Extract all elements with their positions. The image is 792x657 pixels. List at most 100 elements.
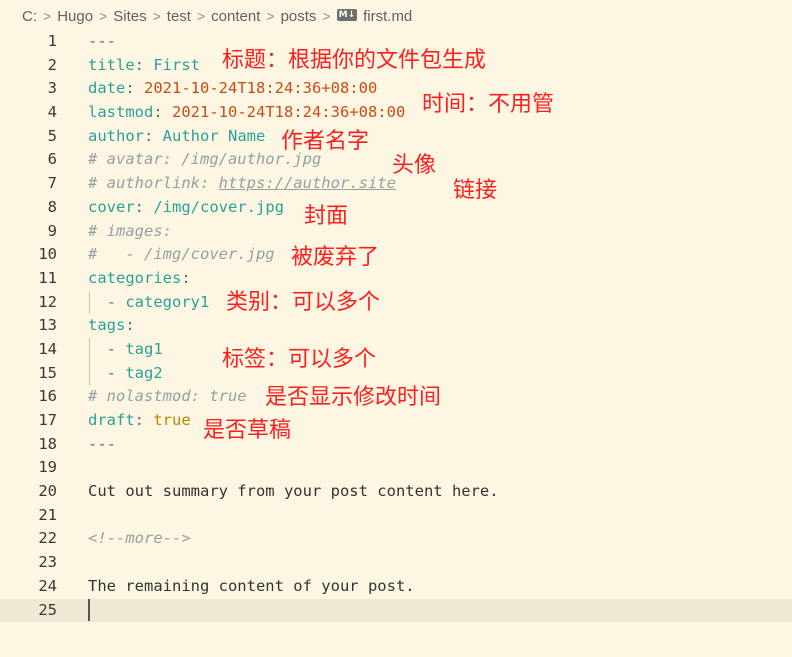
annotation-tags: 标签：可以多个 (222, 347, 377, 372)
code-line[interactable]: 9 # images: (0, 220, 792, 244)
line-number: 8 (47, 197, 57, 216)
line-number: 17 (38, 411, 57, 429)
yaml-comment: # - /img/cover.jpg (88, 245, 275, 264)
line-number: 25 (38, 600, 57, 619)
line-number: 10 (38, 245, 57, 264)
yaml-colon: : (134, 411, 154, 429)
line-number: 3 (47, 79, 57, 98)
yaml-dash: - (88, 292, 126, 311)
annotation-avatar: 头像 (392, 153, 437, 178)
chevron-right-icon: > (43, 8, 52, 24)
code-line[interactable]: 19 (0, 456, 792, 480)
code-line[interactable]: 11 categories: (0, 267, 792, 291)
text-cursor (88, 599, 90, 621)
yaml-value: /img/cover.jpg (153, 197, 284, 216)
yaml-colon: : (134, 55, 154, 74)
line-number: 9 (47, 221, 57, 240)
yaml-colon: : (181, 268, 191, 287)
line-number: 24 (38, 576, 57, 595)
code-line[interactable]: 22 <!--more--> (0, 527, 792, 551)
yaml-value: true (153, 411, 191, 429)
code-line[interactable]: 21 (0, 504, 792, 528)
code-line[interactable]: 20 Cut out summary from your post content… (0, 480, 792, 504)
breadcrumb-item-hugo[interactable]: Hugo (57, 8, 93, 25)
yaml-value: 2021-10-24T18:24:36+08:00 (144, 79, 378, 98)
yaml-value: First (153, 55, 201, 74)
chevron-right-icon: > (322, 8, 331, 24)
code-line[interactable]: 18 --- (0, 433, 792, 457)
markdown-text: Cut out summary from your post content h… (88, 482, 499, 501)
code-editor[interactable]: 1 --- 2 title: First 3 date: 2021-10-24T18:… (0, 30, 792, 623)
line-number: 1 (47, 32, 57, 50)
breadcrumb-item-drive[interactable]: C: (22, 8, 37, 25)
chevron-right-icon: > (266, 8, 275, 24)
code-line[interactable]: 5 author: Author Name (0, 125, 792, 149)
annotation-title: 标题：根据你的文件包生成 (222, 48, 487, 73)
line-number: 2 (47, 55, 57, 74)
annotation-link: 链接 (453, 178, 498, 203)
annotation-author: 作者名字 (281, 129, 370, 154)
yaml-key: title (88, 55, 135, 74)
line-number: 4 (47, 103, 57, 122)
line-number: 11 (38, 268, 57, 287)
yaml-key: categories (88, 268, 182, 287)
yaml-key: lastmod (88, 103, 154, 122)
code-line[interactable]: 17 draft: true (0, 409, 792, 433)
front-matter-delimiter: --- (88, 434, 116, 453)
line-number: 7 (47, 174, 57, 193)
yaml-colon: : (125, 316, 135, 335)
breadcrumb-item-sites[interactable]: Sites (113, 8, 146, 25)
code-line[interactable]: 3 date: 2021-10-24T18:24:36+08:00 (0, 77, 792, 101)
yaml-value: 2021-10-24T18:24:36+08:00 (172, 103, 406, 122)
chevron-right-icon: > (152, 8, 161, 24)
breadcrumb-item-content[interactable]: content (211, 8, 260, 25)
yaml-key: author (88, 126, 144, 145)
current-line[interactable]: 25 (0, 598, 792, 623)
author-link[interactable]: https://author.site (219, 174, 396, 192)
yaml-value: tag1 (125, 339, 163, 358)
yaml-colon: : (153, 103, 172, 122)
chevron-right-icon: > (196, 8, 206, 24)
yaml-key: date (88, 79, 126, 98)
line-number: 14 (38, 339, 57, 358)
yaml-value: tag2 (125, 363, 163, 382)
chevron-right-icon: > (99, 8, 108, 24)
line-number: 23 (38, 553, 57, 572)
line-number: 12 (38, 292, 57, 311)
front-matter-delimiter: --- (88, 32, 116, 50)
code-line[interactable]: 8 cover: /img/cover.jpg (0, 196, 792, 220)
code-line[interactable]: 12 - category1 (0, 290, 792, 315)
line-number: 5 (47, 126, 57, 145)
line-number: 18 (38, 434, 57, 453)
html-comment: <!--more--> (88, 529, 191, 548)
yaml-colon: : (144, 126, 163, 145)
yaml-key: cover (88, 197, 135, 216)
markdown-text: The remaining content of your post. (88, 576, 415, 595)
breadcrumb-item-file[interactable]: first.md (363, 8, 412, 25)
breadcrumb-item-posts[interactable]: posts (281, 8, 317, 25)
yaml-comment: # images: (88, 221, 172, 240)
yaml-colon: : (125, 79, 144, 98)
breadcrumb: C: > Hugo > Sites > test > content > pos… (0, 0, 792, 32)
yaml-key: draft (88, 411, 135, 429)
annotation-nolastmod: 是否显示修改时间 (265, 385, 442, 410)
code-line[interactable]: 14 - tag1 (0, 337, 792, 362)
annotation-time: 时间：不用管 (422, 92, 555, 117)
yaml-key: tags (88, 316, 126, 335)
code-line[interactable]: 23 (0, 551, 792, 575)
line-number: 19 (38, 458, 57, 477)
code-line[interactable]: 10 # - /img/cover.jpg (0, 243, 792, 267)
markdown-file-icon: M↓ (336, 9, 358, 21)
yaml-value: category1 (125, 292, 210, 311)
code-line[interactable]: 4 lastmod: 2021-10-24T18:24:36+08:00 (0, 101, 792, 125)
code-line[interactable]: 13 tags: (0, 314, 792, 338)
breadcrumb-item-test[interactable]: test (167, 8, 191, 25)
yaml-comment: # authorlink: (88, 174, 219, 193)
line-number: 15 (38, 363, 57, 382)
annotation-categories: 类别：可以多个 (226, 290, 381, 315)
code-line[interactable]: 24 The remaining content of your post. (0, 575, 792, 599)
line-number: 21 (38, 505, 57, 524)
yaml-comment: # nolastmod: true (88, 387, 247, 406)
yaml-value: Author Name (162, 126, 266, 145)
annotation-draft: 是否草稿 (203, 418, 292, 443)
